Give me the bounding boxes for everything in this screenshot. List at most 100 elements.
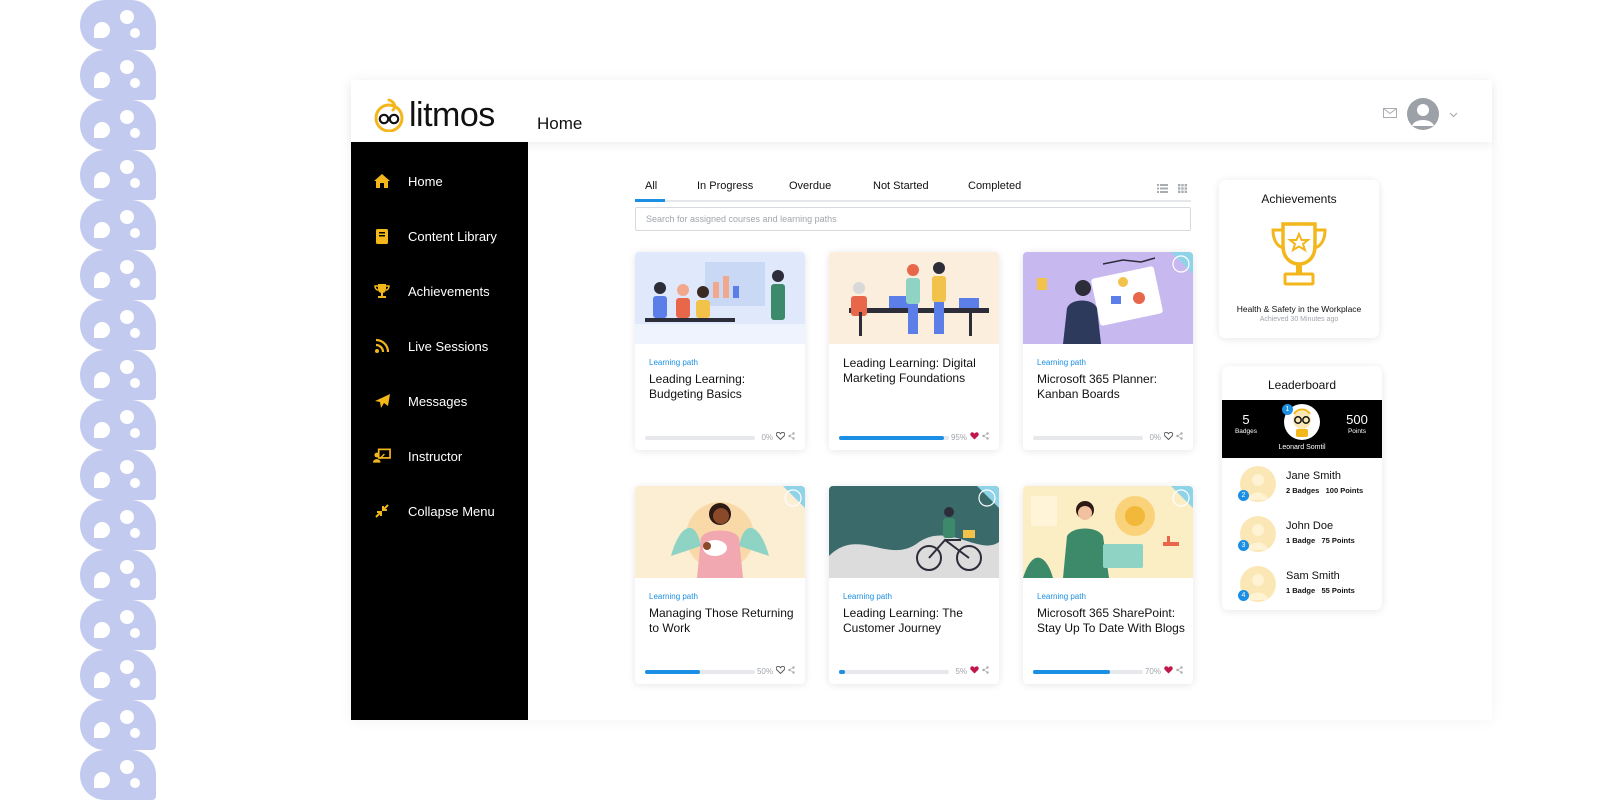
course-title: Microsoft 365 SharePoint: Stay Up To Dat… [1037, 606, 1185, 635]
progress-fill [1033, 670, 1110, 674]
sidebar-item-live-sessions[interactable]: Live Sessions [351, 328, 528, 364]
share-icon[interactable] [1176, 666, 1183, 676]
mail-icon[interactable] [1383, 105, 1397, 123]
header-actions [1383, 98, 1458, 130]
heart-icon[interactable] [1164, 666, 1173, 676]
course-meta: 95% [951, 432, 989, 442]
course-thumbnail [1023, 252, 1193, 344]
brand-name: litmos [409, 96, 495, 134]
top-header: litmos Home [351, 80, 1492, 142]
sidebar-item-label: Home [408, 173, 443, 189]
tab-not-started[interactable]: Not Started [873, 180, 929, 192]
sidebar-item-instructor[interactable]: Instructor [351, 438, 528, 474]
leaderboard-row[interactable]: 4 Sam Smith 1 Badge 55 Points [1222, 562, 1382, 606]
progress-percent: 5% [955, 666, 967, 676]
course-search-input[interactable] [635, 207, 1191, 231]
course-card[interactable]: Leading Learning: Digital Marketing Foun… [829, 252, 999, 450]
sidebar-item-collapse-menu[interactable]: Collapse Menu [351, 493, 528, 529]
tab-overdue[interactable]: Overdue [789, 180, 831, 192]
leaderboard-name: Sam Smith [1286, 570, 1340, 582]
course-card[interactable]: Learning path Leading Learning: The Cust… [829, 486, 999, 684]
progress-fill [839, 670, 845, 674]
progress-bar [839, 436, 949, 440]
view-toggle [1157, 180, 1187, 198]
user-avatar-icon[interactable] [1407, 98, 1439, 130]
book-icon [373, 227, 391, 245]
top-user-points: 500 [1346, 412, 1368, 427]
collapse-icon [373, 502, 391, 520]
leaderboard-row[interactable]: 2 Jane Smith 2 Badges 100 Points [1222, 462, 1382, 506]
points-label: Points [1347, 428, 1367, 435]
share-icon[interactable] [788, 666, 795, 676]
course-card[interactable]: Learning path Leading Learning: Budgetin… [635, 252, 805, 450]
course-meta: 50% [757, 665, 795, 676]
leaderboard-stats: 2 Badges 100 Points [1286, 486, 1363, 495]
achievements-widget[interactable]: Achievements Health & Safety in the Work… [1219, 180, 1379, 338]
course-title: Microsoft 365 Planner: Kanban Boards [1037, 372, 1158, 401]
leaderboard-title: Leaderboard [1267, 378, 1337, 392]
course-thumbnail [829, 252, 999, 344]
user-badges: 1 Badge [1286, 536, 1316, 545]
leaderboard-row[interactable]: 3 John Doe 1 Badge 75 Points [1222, 512, 1382, 556]
leaderboard-top-user[interactable]: 5 Badges 1 500 Points Leonard Somtil [1222, 400, 1382, 458]
course-card[interactable]: Learning path Managing Those Returning t… [635, 486, 805, 684]
rss-icon [373, 337, 391, 355]
home-icon [373, 172, 391, 190]
heart-icon[interactable] [970, 432, 979, 442]
course-title: Leading Learning: Budgeting Basics [649, 372, 746, 401]
course-card[interactable]: Learning path Microsoft 365 Planner: Kan… [1023, 252, 1193, 450]
heart-icon[interactable] [775, 431, 786, 442]
course-type-label: Learning path [649, 358, 698, 367]
course-thumbnail [635, 486, 805, 578]
progress-fill [839, 436, 944, 440]
active-tab-indicator [635, 199, 665, 202]
progress-bar [645, 670, 755, 674]
sidebar-item-home[interactable]: Home [351, 163, 528, 199]
heart-icon[interactable] [775, 665, 786, 676]
litmos-app: litmos Home Home Content Library Achieve… [351, 80, 1492, 720]
sidebar-item-label: Messages [408, 393, 468, 409]
tab-all[interactable]: All [645, 180, 657, 192]
course-card[interactable]: Learning path Microsoft 365 SharePoint: … [1023, 486, 1193, 684]
share-icon[interactable] [788, 432, 795, 442]
achievement-course: Health & Safety in the Workplace [1236, 304, 1362, 314]
rank-badge: 4 [1238, 590, 1249, 601]
tab-completed[interactable]: Completed [968, 180, 1021, 192]
leaderboard-name: John Doe [1286, 520, 1334, 532]
heart-icon[interactable] [1163, 431, 1174, 442]
progress-fill [645, 670, 700, 674]
rank-badge: 3 [1238, 540, 1249, 551]
sidebar-item-achievements[interactable]: Achievements [351, 273, 528, 309]
sidebar-item-label: Instructor [408, 448, 463, 464]
progress-bar [1033, 436, 1143, 440]
user-badges: 2 Badges [1286, 486, 1320, 495]
progress-percent: 0% [761, 432, 773, 442]
achievements-title: Achievements [1261, 192, 1337, 206]
sidebar-item-content-library[interactable]: Content Library [351, 218, 528, 254]
course-type-label: Learning path [1037, 358, 1086, 367]
heart-icon[interactable] [970, 666, 979, 676]
course-type-label: Learning path [843, 592, 892, 601]
paper-plane-icon [373, 392, 391, 410]
litmos-logo[interactable]: litmos [373, 96, 495, 134]
course-meta: 70% [1145, 666, 1183, 676]
tab-in-progress[interactable]: In Progress [697, 180, 753, 192]
course-type-label: Learning path [1037, 592, 1086, 601]
course-meta: 5% [955, 666, 989, 676]
user-points: 75 Points [1321, 536, 1355, 545]
leaderboard-widget: Leaderboard 5 Badges 1 500 Points Leonar… [1222, 366, 1382, 610]
list-view-icon[interactable] [1157, 180, 1168, 198]
user-points: 100 Points [1325, 486, 1364, 495]
chevron-down-icon[interactable] [1449, 105, 1458, 123]
rank-badge: 1 [1282, 404, 1293, 415]
share-icon[interactable] [982, 432, 989, 442]
progress-bar [645, 436, 755, 440]
course-thumbnail [829, 486, 999, 578]
course-type-label: Learning path [649, 592, 698, 601]
grid-view-icon[interactable] [1178, 180, 1187, 198]
sidebar-item-messages[interactable]: Messages [351, 383, 528, 419]
course-title: Leading Learning: The Customer Journey [843, 606, 963, 635]
share-icon[interactable] [1176, 432, 1183, 442]
course-title: Leading Learning: Digital Marketing Foun… [843, 356, 976, 385]
share-icon[interactable] [982, 666, 989, 676]
